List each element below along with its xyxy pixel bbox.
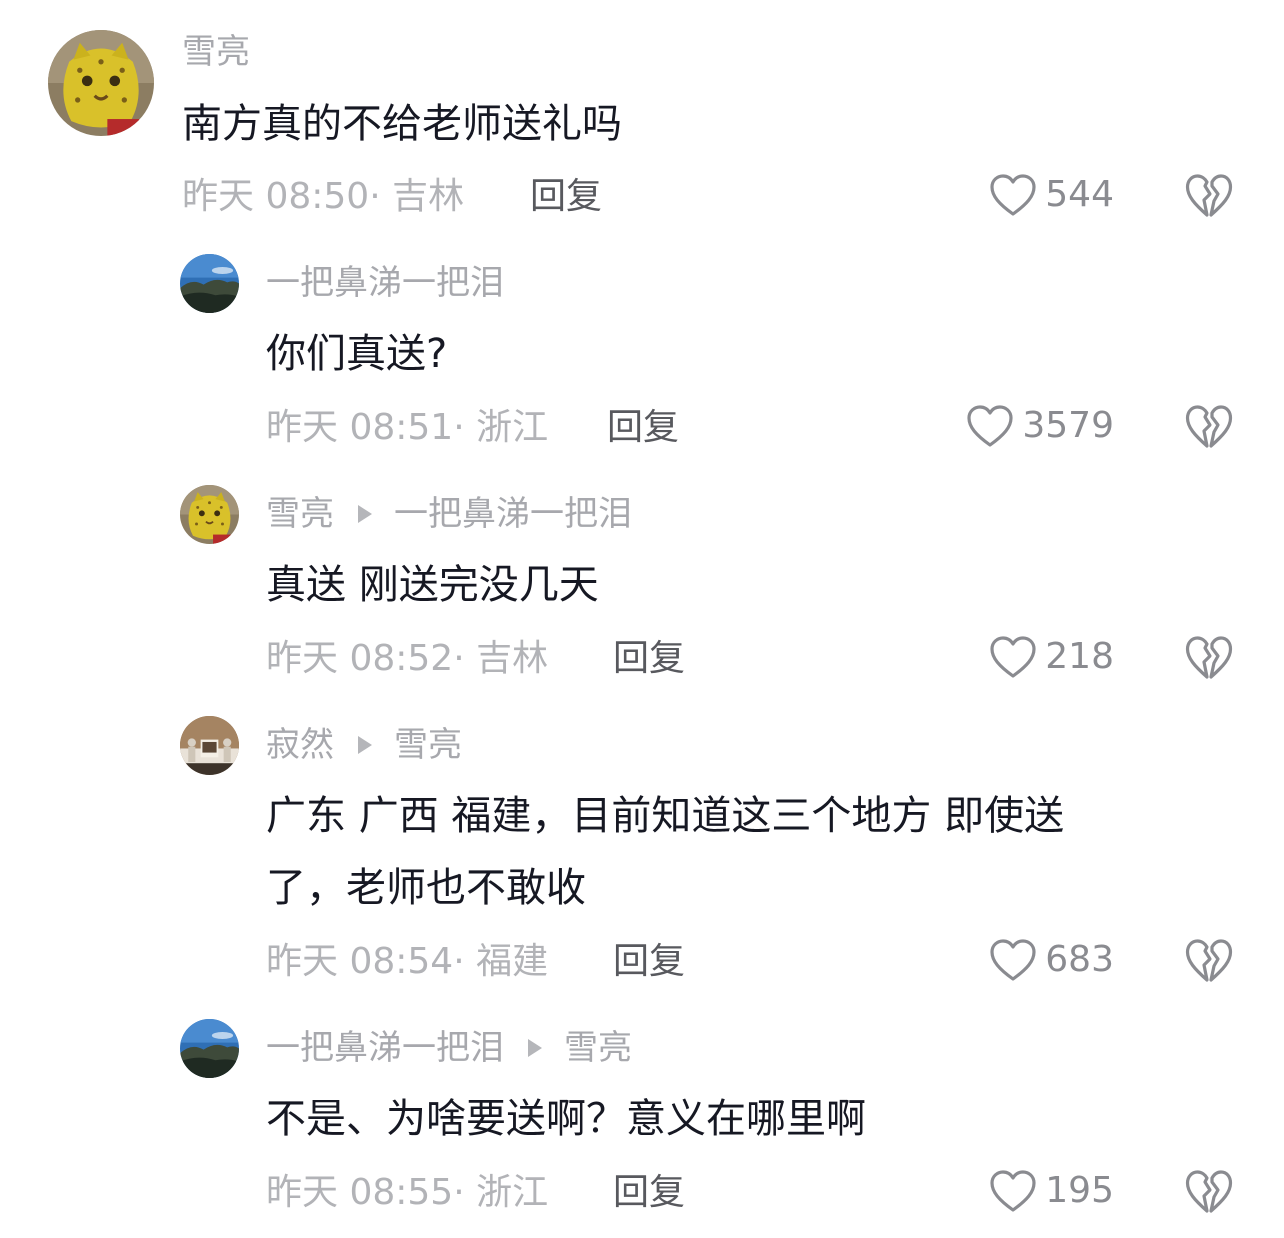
comment-meta: 昨天 08:54· 福建 <box>266 944 548 980</box>
broken-heart-icon <box>1185 938 1233 984</box>
reply-button[interactable]: 回复 <box>613 641 685 677</box>
heart-outline-icon <box>989 173 1037 217</box>
author-name[interactable]: 一把鼻涕一把泪 <box>266 266 504 300</box>
meta-separator: · <box>453 1172 477 1213</box>
like-count: 195 <box>1045 1170 1114 1211</box>
like-button[interactable]: 218 <box>989 635 1114 679</box>
location: 福建 <box>476 941 549 982</box>
play-triangle-icon <box>358 736 372 754</box>
meta-separator: · <box>453 407 477 448</box>
heart-outline-icon <box>989 1169 1037 1213</box>
dislike-button[interactable] <box>1185 1169 1233 1215</box>
comment-text: 真送 刚送完没几天 <box>266 562 599 608</box>
avatar[interactable] <box>180 485 239 544</box>
comment-text: 你们真送? <box>266 331 448 377</box>
comment-meta: 昨天 08:50· 吉林 <box>182 179 464 215</box>
heart-outline-icon <box>966 404 1014 448</box>
statues-avatar-icon <box>180 716 239 775</box>
like-button[interactable]: 544 <box>989 173 1114 217</box>
author-name[interactable]: 寂然 <box>266 728 334 762</box>
author-row: 一把鼻涕一把泪 <box>266 266 504 300</box>
meta-separator: · <box>453 638 477 679</box>
meta-separator: · <box>453 941 477 982</box>
comment-meta: 昨天 08:55· 浙江 <box>266 1175 548 1211</box>
comment-text-line-2: 了，老师也不敢收 <box>266 865 586 911</box>
reply-button[interactable]: 回复 <box>607 410 679 446</box>
comment-text: 不是、为啥要送啊？意义在哪里啊 <box>266 1096 866 1142</box>
avatar[interactable] <box>48 30 154 136</box>
reply-button[interactable]: 回复 <box>613 1175 685 1211</box>
leopard-avatar-icon <box>48 30 154 136</box>
reply-button[interactable]: 回复 <box>613 944 685 980</box>
timestamp: 昨天 08:50 <box>182 176 370 217</box>
reply-button[interactable]: 回复 <box>530 179 602 215</box>
avatar[interactable] <box>180 1019 239 1078</box>
dislike-button[interactable] <box>1185 635 1233 681</box>
dislike-button[interactable] <box>1185 173 1233 219</box>
author-name[interactable]: 雪亮 <box>182 35 250 69</box>
reply-to-name[interactable]: 雪亮 <box>564 1031 632 1065</box>
avatar[interactable] <box>180 716 239 775</box>
comment-meta: 昨天 08:52· 吉林 <box>266 641 548 677</box>
reply-to-name[interactable]: 雪亮 <box>394 728 462 762</box>
heart-outline-icon <box>989 938 1037 982</box>
mountain-sky-avatar-icon <box>180 254 239 313</box>
location: 吉林 <box>392 176 465 217</box>
like-button[interactable]: 195 <box>989 1169 1114 1213</box>
comment-item: 雪亮 南方真的不给老师送礼吗 昨天 08:50· 吉林 回复 544 <box>0 0 1284 240</box>
location: 浙江 <box>476 407 549 448</box>
like-count: 544 <box>1045 174 1114 215</box>
author-name[interactable]: 雪亮 <box>266 497 334 531</box>
location: 吉林 <box>476 638 549 679</box>
broken-heart-icon <box>1185 404 1233 450</box>
leopard-avatar-icon <box>180 485 239 544</box>
comment-meta: 昨天 08:51· 浙江 <box>266 410 548 446</box>
author-row: 寂然 雪亮 <box>266 728 462 762</box>
author-name[interactable]: 一把鼻涕一把泪 <box>266 1031 504 1065</box>
author-row: 雪亮 一把鼻涕一把泪 <box>266 497 632 531</box>
comment-text: 南方真的不给老师送礼吗 <box>182 101 622 147</box>
comment-text: 广东 广西 福建，目前知道这三个地方 即使送 <box>266 793 1065 839</box>
reply-to-name[interactable]: 一把鼻涕一把泪 <box>394 497 632 531</box>
dislike-button[interactable] <box>1185 404 1233 450</box>
author-row: 雪亮 <box>182 35 250 69</box>
avatar[interactable] <box>180 254 239 313</box>
meta-separator: · <box>369 176 393 217</box>
heart-outline-icon <box>989 635 1037 679</box>
mountain-sky-avatar-icon <box>180 1019 239 1078</box>
like-button[interactable]: 3579 <box>966 404 1114 448</box>
dislike-button[interactable] <box>1185 938 1233 984</box>
author-row: 一把鼻涕一把泪 雪亮 <box>266 1031 632 1065</box>
like-count: 3579 <box>1022 405 1114 446</box>
broken-heart-icon <box>1185 635 1233 681</box>
broken-heart-icon <box>1185 1169 1233 1215</box>
like-count: 218 <box>1045 636 1114 677</box>
timestamp: 昨天 08:54 <box>266 941 454 982</box>
like-count: 683 <box>1045 939 1114 980</box>
play-triangle-icon <box>358 505 372 523</box>
like-button[interactable]: 683 <box>989 938 1114 982</box>
broken-heart-icon <box>1185 173 1233 219</box>
timestamp: 昨天 08:51 <box>266 407 454 448</box>
timestamp: 昨天 08:52 <box>266 638 454 679</box>
timestamp: 昨天 08:55 <box>266 1172 454 1213</box>
location: 浙江 <box>476 1172 549 1213</box>
play-triangle-icon <box>528 1039 542 1057</box>
